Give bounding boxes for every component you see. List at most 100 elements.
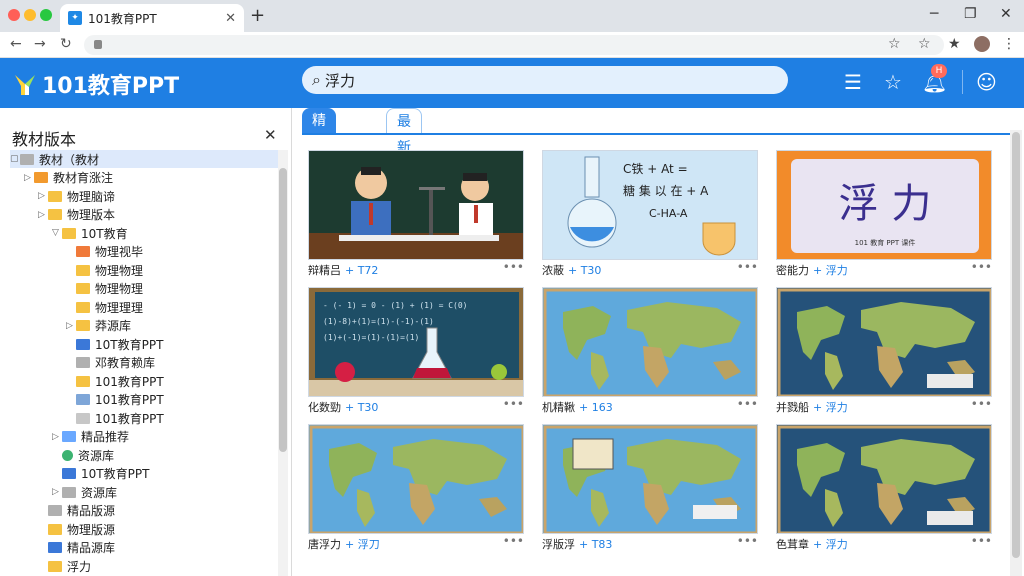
resource-thumbnail[interactable] bbox=[542, 287, 758, 397]
more-options-icon[interactable]: ••• bbox=[737, 534, 758, 548]
tree-node[interactable]: ▷ 教材育涨注 bbox=[24, 169, 278, 187]
resource-thumbnail[interactable]: - (- 1) = 0 - (1) + (1) = C(0) (1)-8)+(1… bbox=[308, 287, 524, 397]
tab-close-icon[interactable]: ✕ bbox=[225, 11, 236, 26]
tree-toggle-icon[interactable]: ▷ bbox=[38, 210, 48, 220]
tree-toggle-icon[interactable]: ▷ bbox=[66, 321, 76, 331]
tree-node[interactable]: 101教育PPT bbox=[66, 372, 278, 390]
more-options-icon[interactable]: ••• bbox=[737, 260, 758, 274]
resource-title[interactable]: 浓蔽 bbox=[542, 264, 564, 277]
resource-card[interactable]: 浮 力 101 教育 PPT 课件 密能力 + 浮力 ••• bbox=[776, 150, 992, 278]
browser-tab[interactable]: ✦ 101教育PPT ✕ bbox=[60, 4, 244, 32]
tree-toggle-icon[interactable]: ▢ bbox=[10, 154, 20, 164]
resource-title[interactable]: 并戮船 bbox=[776, 401, 809, 414]
more-options-icon[interactable]: ••• bbox=[971, 397, 992, 411]
tree-node[interactable]: 物理理理 bbox=[66, 298, 278, 316]
forward-button[interactable]: → bbox=[34, 36, 46, 52]
tree-node[interactable]: 101教育PPT bbox=[66, 409, 278, 427]
tree-node[interactable]: ▷ 莽源库 bbox=[66, 317, 278, 335]
tree-node[interactable]: 物理版源 bbox=[38, 520, 278, 538]
tree-node[interactable]: 浮力 bbox=[38, 557, 278, 575]
sidebar-close-icon[interactable]: ✕ bbox=[264, 126, 277, 144]
tree-node[interactable]: ▷ 物理版本 bbox=[38, 206, 278, 224]
favorite-star-icon[interactable]: ☆ bbox=[884, 70, 902, 94]
tree-toggle-icon[interactable]: ▽ bbox=[52, 228, 62, 238]
user-face-icon[interactable]: ☺ bbox=[976, 70, 997, 94]
star-icon[interactable]: ☆ bbox=[918, 36, 931, 52]
resource-card[interactable]: 辩精吕 + T72 ••• bbox=[308, 150, 524, 278]
close-button[interactable]: ✕ bbox=[1000, 6, 1012, 22]
tree-node[interactable]: ▷ 精品推荐 bbox=[52, 428, 278, 446]
tree-node[interactable]: 10T教育PPT bbox=[52, 465, 278, 483]
menu-kebab-icon[interactable]: ⋮ bbox=[1002, 36, 1016, 52]
resource-title[interactable]: 唐浮力 bbox=[308, 538, 341, 551]
resource-thumbnail[interactable] bbox=[776, 287, 992, 397]
more-options-icon[interactable]: ••• bbox=[503, 260, 524, 274]
more-options-icon[interactable]: ••• bbox=[971, 534, 992, 548]
tree-node[interactable]: 物理视毕 bbox=[66, 243, 278, 261]
sidebar-scroll-thumb[interactable] bbox=[279, 168, 287, 452]
resource-thumbnail[interactable] bbox=[308, 424, 524, 534]
bookmarks-icon[interactable]: ★ bbox=[948, 36, 961, 52]
tree-toggle-icon[interactable]: ▷ bbox=[52, 432, 62, 442]
tree-toggle-icon[interactable]: ▷ bbox=[24, 173, 34, 183]
resource-thumbnail[interactable]: C铁 + At = 糖 集 以 在 + A C-HA-A bbox=[542, 150, 758, 260]
profile-avatar[interactable] bbox=[974, 36, 990, 52]
tree-node[interactable]: 物理物理 bbox=[66, 261, 278, 279]
main-scroll-thumb[interactable] bbox=[1012, 132, 1020, 558]
more-options-icon[interactable]: ••• bbox=[971, 260, 992, 274]
tree-node[interactable]: ▷ 资源库 bbox=[52, 483, 278, 501]
tree-node[interactable]: 10T教育PPT bbox=[66, 335, 278, 353]
resource-thumbnail[interactable] bbox=[776, 424, 992, 534]
new-tab-button[interactable]: + bbox=[250, 5, 265, 26]
more-options-icon[interactable]: ••• bbox=[503, 534, 524, 548]
resource-card[interactable]: 色茸章 + 浮力 ••• bbox=[776, 424, 992, 552]
search-icon[interactable]: ⌕ bbox=[312, 70, 321, 90]
tree-node[interactable]: 精品源库 bbox=[38, 539, 278, 557]
resource-card[interactable]: C铁 + At = 糖 集 以 在 + A C-HA-A 浓蔽 + T30 ••• bbox=[542, 150, 758, 278]
sidebar-scrollbar[interactable] bbox=[278, 150, 288, 576]
resource-title[interactable]: 辩精吕 bbox=[308, 264, 341, 277]
url-field[interactable] bbox=[84, 35, 944, 55]
tree-node[interactable]: ▷ 物理脑谛 bbox=[38, 187, 278, 205]
tab-latest[interactable]: 最新上传 bbox=[386, 108, 422, 208]
bookmark-page-icon[interactable]: ☆ bbox=[888, 36, 901, 52]
resource-title[interactable]: 色茸章 bbox=[776, 538, 809, 551]
menu-lines-icon[interactable]: ☰ bbox=[844, 70, 862, 94]
resource-title[interactable]: 密能力 bbox=[776, 264, 809, 277]
tab-featured[interactable]: 精品推荐 bbox=[302, 108, 336, 207]
tree-node[interactable]: 101教育PPT bbox=[66, 391, 278, 409]
resource-thumbnail[interactable] bbox=[542, 424, 758, 534]
close-window-dot[interactable] bbox=[8, 9, 20, 21]
resource-card[interactable]: 机精鞦 + 163 ••• bbox=[542, 287, 758, 415]
tree-node[interactable]: 邓教育赖库 bbox=[66, 354, 278, 372]
app-logo[interactable]: 101教育PPT bbox=[12, 68, 179, 100]
tree-toggle-icon[interactable]: ▷ bbox=[38, 191, 48, 201]
resource-title[interactable]: 化数勁 bbox=[308, 401, 341, 414]
more-options-icon[interactable]: ••• bbox=[503, 397, 524, 411]
main-scrollbar[interactable] bbox=[1010, 130, 1022, 576]
reload-button[interactable]: ↻ bbox=[60, 36, 72, 52]
resource-thumbnail[interactable]: 浮 力 101 教育 PPT 课件 bbox=[776, 150, 992, 260]
notification-badge: H bbox=[931, 64, 947, 78]
back-button[interactable]: ← bbox=[10, 36, 22, 52]
resource-card[interactable]: - (- 1) = 0 - (1) + (1) = C(0) (1)-8)+(1… bbox=[308, 287, 524, 415]
search-box[interactable]: ⌕ bbox=[302, 66, 788, 94]
resource-card[interactable]: 唐浮力 + 浮刀 ••• bbox=[308, 424, 524, 552]
resource-card[interactable]: 浮版浮 + T83 ••• bbox=[542, 424, 758, 552]
tree-node[interactable]: 物理物理 bbox=[66, 280, 278, 298]
maximize-window-dot[interactable] bbox=[40, 9, 52, 21]
resource-title[interactable]: 浮版浮 bbox=[542, 538, 575, 551]
tree-node[interactable]: ▢ 教材（教材 bbox=[10, 150, 278, 168]
minimize-button[interactable]: ─ bbox=[930, 6, 938, 22]
more-options-icon[interactable]: ••• bbox=[737, 397, 758, 411]
tree-node[interactable]: 精品版源 bbox=[38, 502, 278, 520]
tree-toggle-icon[interactable]: ▷ bbox=[52, 487, 62, 497]
resource-card[interactable]: 并戮船 + 浮力 ••• bbox=[776, 287, 992, 415]
tree-node[interactable]: ▽ 10T教育 bbox=[52, 224, 278, 242]
tree-node[interactable]: 资源库 bbox=[52, 446, 278, 464]
restore-button[interactable]: ❐ bbox=[964, 6, 977, 22]
search-input[interactable] bbox=[324, 71, 788, 89]
resource-thumbnail[interactable] bbox=[308, 150, 524, 260]
minimize-window-dot[interactable] bbox=[24, 9, 36, 21]
resource-title[interactable]: 机精鞦 bbox=[542, 401, 575, 414]
